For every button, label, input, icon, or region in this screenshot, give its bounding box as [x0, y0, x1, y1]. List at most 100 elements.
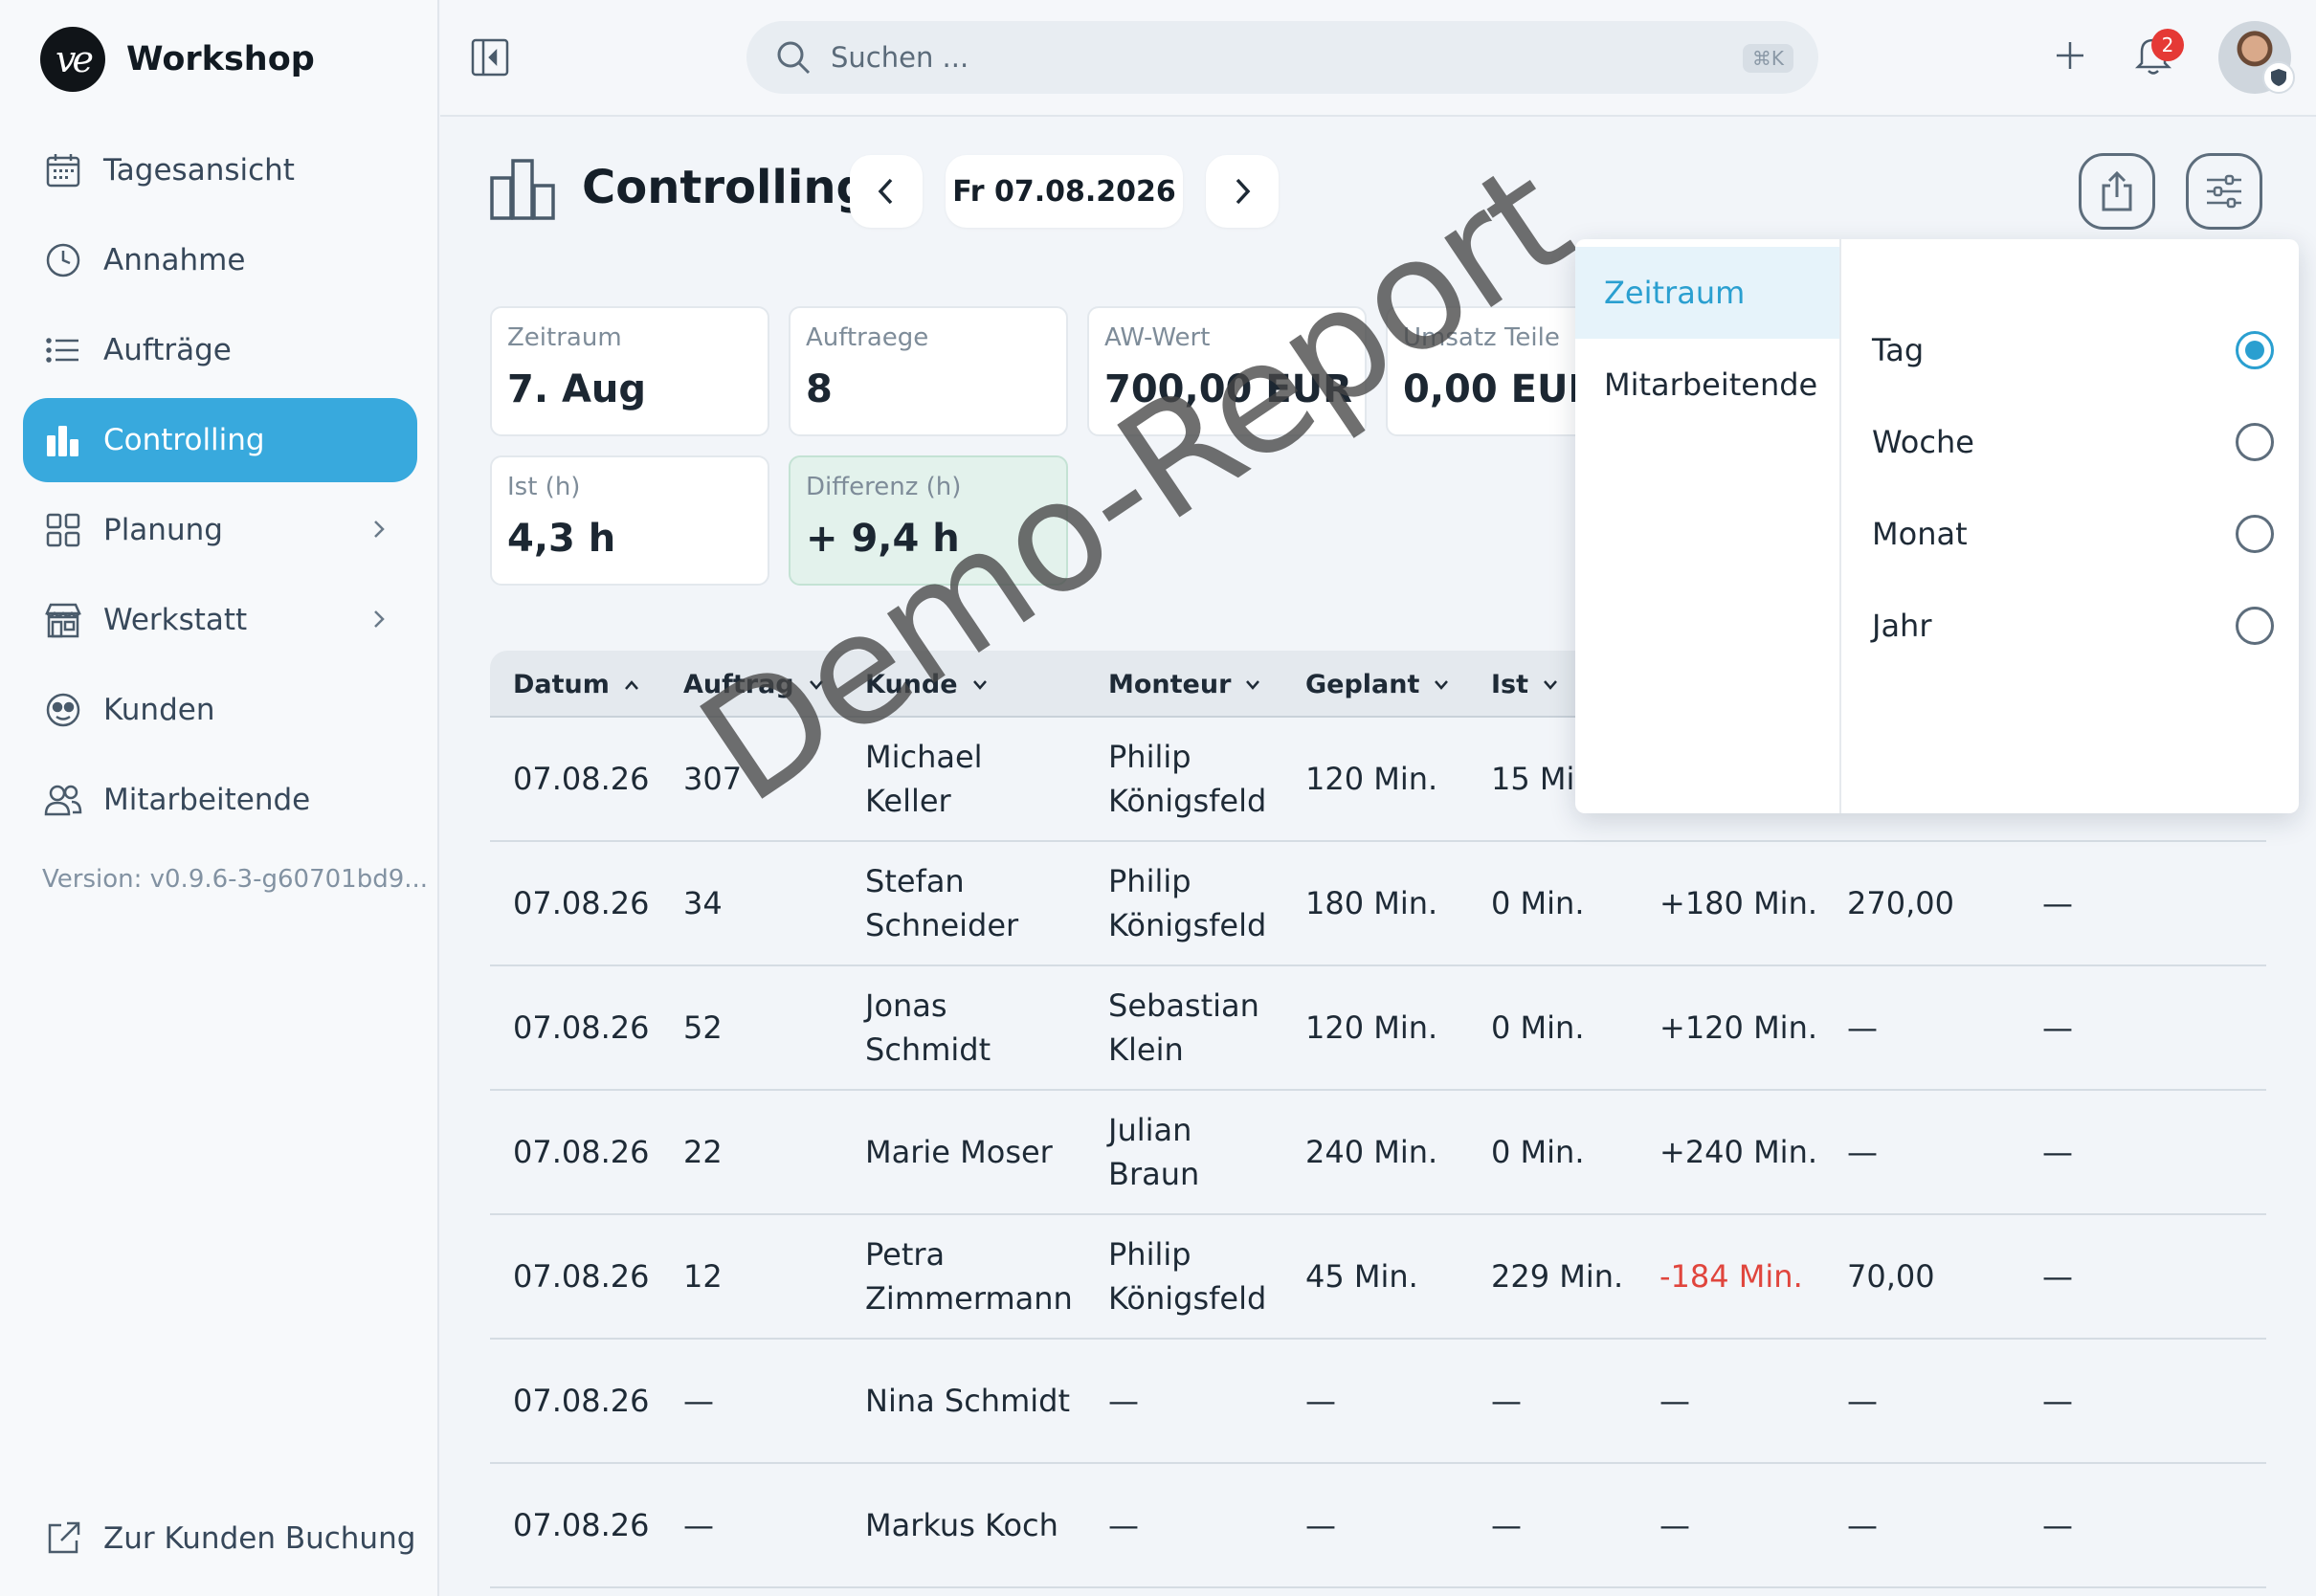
users-icon: [44, 781, 82, 819]
customer-booking-link[interactable]: Zur Kunden Buchung: [44, 1519, 415, 1558]
sidebar-toggle-icon: [471, 38, 509, 77]
cell-differenz: +240 Min.: [1659, 1134, 1818, 1170]
cell-teile: —: [2042, 1383, 2073, 1419]
filter-option-label: Monat: [1872, 516, 1968, 552]
sidebar-item-werkstatt[interactable]: Werkstatt: [23, 578, 417, 662]
cell-teile: —: [2042, 1507, 2073, 1543]
kpi-value: 4,3 h: [507, 517, 616, 561]
sidebar-item-mitarbeitende[interactable]: Mitarbeitende: [23, 758, 417, 842]
kpi-card-ist: Ist (h) 4,3 h: [490, 455, 769, 586]
sliders-icon: [2205, 174, 2243, 209]
plus-icon: [2051, 36, 2089, 75]
sidebar-toggle-button[interactable]: [471, 38, 509, 77]
table-row[interactable]: 07.08.26 22 Marie Moser Julian Braun 240 Min.…: [490, 1091, 2266, 1215]
column-header-monteur[interactable]: Monteur: [1108, 670, 1261, 699]
kpi-label: Ist (h): [507, 473, 581, 501]
column-header-ist[interactable]: Ist: [1491, 670, 1559, 699]
filter-option-monat[interactable]: Monat: [1872, 488, 2274, 580]
filter-dropdown-panel: Zeitraum Mitarbeitende Tag Woche Monat Jahr: [1575, 239, 2299, 813]
cell-aw-wert: —: [1847, 1507, 1878, 1543]
sidebar-item-label: Kunden: [103, 693, 215, 727]
cell-aw-wert: 270,00: [1847, 885, 1954, 921]
kpi-label: Zeitraum: [507, 323, 622, 352]
table-row[interactable]: 07.08.26 12 Petra Zimmermann Philip Königsfel…: [490, 1215, 2266, 1340]
cell-aw-wert: 70,00: [1847, 1258, 1935, 1295]
cell-ist: 0 Min.: [1491, 1134, 1585, 1170]
column-label: Ist: [1491, 670, 1529, 699]
table-row[interactable]: 07.08.26 — Markus Koch — — — — — —: [490, 1464, 2266, 1588]
cell-monteur: —: [1108, 1507, 1139, 1543]
radio-button[interactable]: [2236, 515, 2274, 553]
search-shortcut-badge: ⌘K: [1742, 44, 1793, 73]
filter-option-tag[interactable]: Tag: [1872, 304, 2274, 396]
radio-button[interactable]: [2236, 331, 2274, 369]
brand[interactable]: ve Workshop: [40, 27, 315, 92]
date-picker-button[interactable]: Fr 07.08.2026: [946, 155, 1183, 228]
column-header-kunde[interactable]: Kunde: [865, 670, 989, 699]
cell-datum: 07.08.26: [513, 885, 650, 921]
export-button[interactable]: [2079, 153, 2155, 230]
chevron-down-icon: [1542, 678, 1559, 692]
share-icon: [2099, 170, 2135, 212]
radio-button[interactable]: [2236, 607, 2274, 645]
cell-auftrag: 12: [683, 1258, 723, 1295]
sidebar-item-auftraege[interactable]: Aufträge: [23, 308, 417, 392]
previous-day-button[interactable]: [850, 155, 923, 228]
kpi-value: 7. Aug: [507, 367, 647, 411]
search-input[interactable]: [831, 41, 1692, 74]
next-day-button[interactable]: [1206, 155, 1279, 228]
sidebar-item-tagesansicht[interactable]: Tagesansicht: [23, 128, 417, 212]
sidebar-item-controlling[interactable]: Controlling: [23, 398, 417, 482]
chevron-down-icon: [1433, 678, 1450, 692]
cell-differenz: +180 Min.: [1659, 885, 1818, 921]
search-bar[interactable]: ⌘K: [746, 21, 1818, 94]
sidebar-nav: Tagesansicht Annahme Aufträge Controllin…: [23, 128, 417, 848]
cell-geplant: 120 Min.: [1305, 1009, 1438, 1046]
filter-tab-zeitraum[interactable]: Zeitraum: [1575, 247, 1839, 339]
filter-tab-mitarbeitende[interactable]: Mitarbeitende: [1575, 339, 1839, 431]
cell-geplant: 120 Min.: [1305, 761, 1438, 797]
cell-aw-wert: —: [1847, 1134, 1878, 1170]
sidebar-item-annahme[interactable]: Annahme: [23, 218, 417, 302]
cell-monteur: Sebastian Klein: [1108, 987, 1259, 1068]
add-button[interactable]: [2051, 36, 2089, 75]
current-date: Fr 07.08.2026: [952, 174, 1176, 209]
kpi-card-zeitraum: Zeitraum 7. Aug: [490, 306, 769, 436]
sidebar-item-planung[interactable]: Planung: [23, 488, 417, 572]
page-title: Controlling: [582, 161, 869, 214]
cell-kunde: Petra Zimmermann: [865, 1236, 1073, 1317]
column-header-auftrag[interactable]: Auftrag: [683, 670, 825, 699]
brand-name: Workshop: [126, 40, 315, 78]
table-row[interactable]: 07.08.26 52 Jonas Schmidt Sebastian Klein 120 …: [490, 966, 2266, 1091]
sidebar: ve Workshop Tagesansicht Annahme Aufträg…: [0, 0, 439, 1596]
cell-ist: —: [1491, 1383, 1522, 1419]
grid-icon: [44, 511, 82, 549]
table-row[interactable]: 07.08.26 — Nina Schmidt — — — — — —: [490, 1340, 2266, 1464]
column-header-geplant[interactable]: Geplant: [1305, 670, 1450, 699]
cell-monteur: Julian Braun: [1108, 1112, 1200, 1192]
sidebar-item-kunden[interactable]: Kunden: [23, 668, 417, 752]
column-label: Geplant: [1305, 670, 1420, 699]
sidebar-item-label: Planung: [103, 513, 223, 547]
clock-icon: [44, 241, 82, 279]
kpi-label: AW-Wert: [1104, 323, 1211, 352]
cell-auftrag: 22: [683, 1134, 723, 1170]
face-icon: [44, 691, 82, 729]
cell-datum: 07.08.26: [513, 1507, 650, 1543]
chevron-right-icon: [1231, 174, 1254, 209]
cell-auftrag: 307: [683, 761, 743, 797]
chevron-down-icon: [971, 678, 989, 692]
customer-booking-label: Zur Kunden Buchung: [103, 1521, 416, 1556]
cell-geplant: 240 Min.: [1305, 1134, 1438, 1170]
kpi-card-auftraege: Auftraege 8: [789, 306, 1068, 436]
radio-button[interactable]: [2236, 423, 2274, 461]
filter-option-woche[interactable]: Woche: [1872, 396, 2274, 488]
column-header-datum[interactable]: Datum: [513, 670, 640, 699]
table-body: 07.08.26 307 Michael Keller Philip Königsfeld…: [490, 718, 2266, 1588]
filter-settings-button[interactable]: [2186, 153, 2262, 230]
column-label: Monteur: [1108, 670, 1232, 699]
filter-option-jahr[interactable]: Jahr: [1872, 580, 2274, 672]
kpi-label: Differenz (h): [806, 473, 962, 501]
sort-ascending-icon: [623, 678, 640, 692]
table-row[interactable]: 07.08.26 34 Stefan Schneider Philip Königsfel…: [490, 842, 2266, 966]
